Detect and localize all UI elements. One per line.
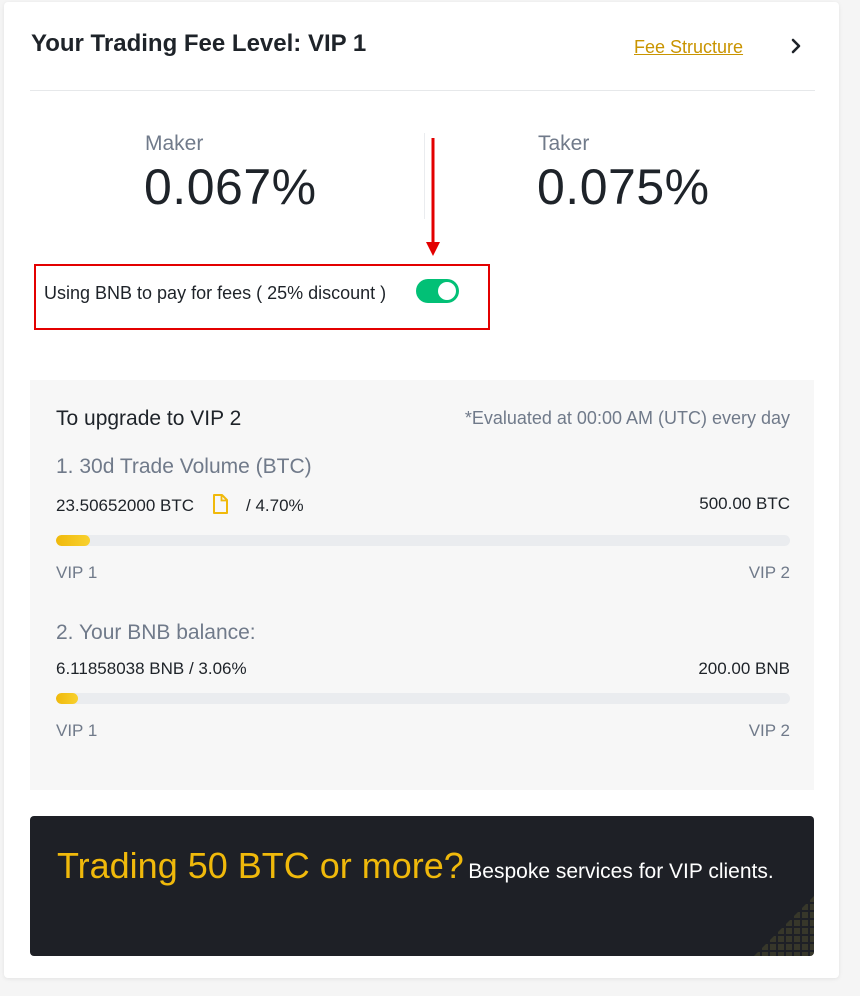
trading-fee-card: Your Trading Fee Level: VIP 1 Fee Struct… — [4, 2, 839, 978]
bnb-fee-label: Using BNB to pay for fees ( 25% discount… — [44, 283, 387, 303]
bnb-balance-to-level: VIP 2 — [748, 721, 790, 740]
fee-structure-link[interactable]: Fee Structure — [634, 37, 743, 58]
bnb-balance-title: 2. Your BNB balance: — [56, 621, 256, 644]
upgrade-title: To upgrade to VIP 2 — [56, 407, 242, 430]
trade-volume-target: 500.00 BTC — [699, 494, 790, 513]
grid-pattern-decoration — [754, 896, 814, 956]
upgrade-panel: To upgrade to VIP 2 *Evaluated at 00:00 … — [30, 380, 814, 790]
trade-volume-progress-fill — [56, 535, 91, 546]
bnb-balance-progress-fill — [56, 693, 79, 704]
banner-text: Trading 50 BTC or more? Bespoke services… — [57, 844, 777, 896]
maker-label: Maker — [145, 132, 204, 155]
bnb-fee-toggle[interactable] — [416, 279, 459, 303]
vip-banner[interactable]: Trading 50 BTC or more? Bespoke services… — [30, 816, 814, 956]
bnb-balance-progress-bar — [56, 693, 790, 704]
evaluation-note: *Evaluated at 00:00 AM (UTC) every day — [464, 408, 790, 428]
trade-volume-title: 1. 30d Trade Volume (BTC) — [56, 455, 312, 478]
taker-rate: 0.075% — [537, 159, 710, 215]
trade-volume-percent: / 4.70% — [246, 495, 304, 515]
toggle-knob — [438, 282, 456, 300]
maker-rate: 0.067% — [144, 159, 317, 215]
bnb-balance-from-level: VIP 1 — [56, 721, 98, 740]
red-arrow-annotation — [426, 138, 440, 256]
banner-subtext: Bespoke services for VIP clients. — [468, 860, 774, 883]
fee-level-title: Your Trading Fee Level: VIP 1 — [31, 30, 367, 57]
trade-volume-to-level: VIP 2 — [748, 563, 790, 582]
trade-volume-stat: 23.50652000 BTC / 4.70% — [56, 494, 304, 519]
bnb-balance-stat: 6.11858038 BNB / 3.06% — [56, 659, 247, 678]
file-icon[interactable] — [212, 494, 228, 519]
header-divider — [30, 90, 815, 91]
trade-volume-from-level: VIP 1 — [56, 563, 98, 582]
bnb-balance-target: 200.00 BNB — [698, 659, 790, 678]
trade-volume-current: 23.50652000 BTC — [56, 495, 194, 515]
taker-label: Taker — [538, 132, 590, 155]
trade-volume-progress-bar — [56, 535, 790, 546]
banner-headline: Trading 50 BTC or more? — [57, 845, 464, 886]
chevron-right-icon[interactable] — [786, 36, 806, 56]
